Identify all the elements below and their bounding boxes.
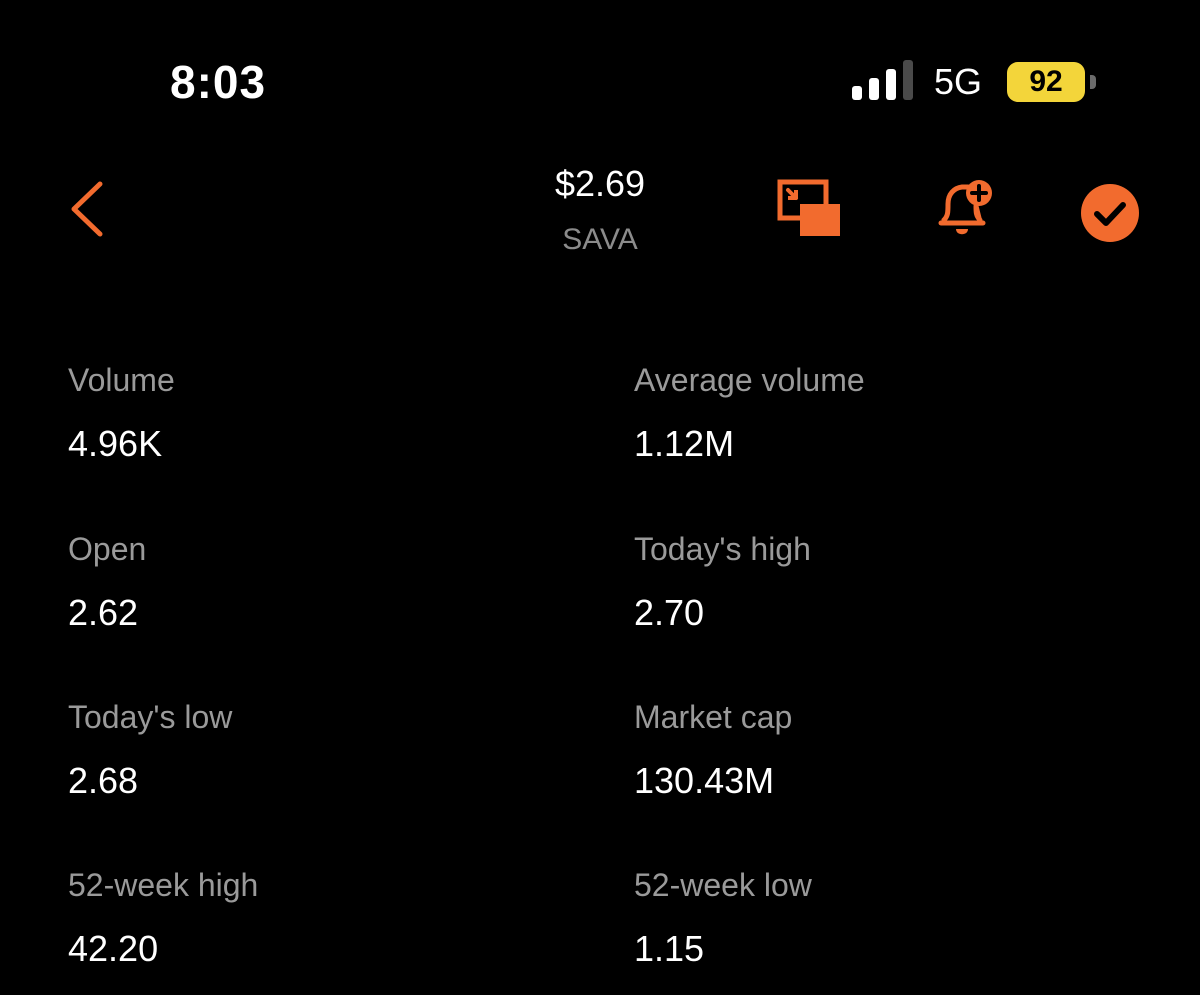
battery-tip <box>1090 75 1096 89</box>
stat-label: Today's high <box>634 531 811 567</box>
stat-value: 42.20 <box>68 928 159 969</box>
stat-value: 2.68 <box>68 760 139 801</box>
bell-plus-icon[interactable] <box>932 176 998 242</box>
stat-value: 1.12M <box>634 423 735 464</box>
status-time: 8:03 <box>170 56 267 108</box>
stat-volume: Volume 4.96K <box>68 360 548 466</box>
stat-average-volume: Average volume 1.12M <box>634 360 1114 466</box>
network-type: 5G <box>934 61 983 102</box>
stat-52-week-low: 52-week low 1.15 <box>634 865 1114 971</box>
stat-label: Market cap <box>634 699 793 735</box>
stat-52-week-high: 52-week high 42.20 <box>68 865 548 971</box>
stat-todays-high: Today's high 2.70 <box>634 529 1114 635</box>
battery-indicator: 92 <box>1007 62 1097 102</box>
stat-label: Today's low <box>68 699 233 735</box>
stat-market-cap: Market cap 130.43M <box>634 697 1114 803</box>
stat-label: Average volume <box>634 362 865 398</box>
stat-value: 130.43M <box>634 760 775 801</box>
stat-value: 4.96K <box>68 423 163 464</box>
stat-value: 1.15 <box>634 928 705 969</box>
cellular-signal-icon <box>852 60 913 100</box>
stat-label: Open <box>68 531 147 567</box>
stat-label: 52-week low <box>634 867 812 903</box>
stat-todays-low: Today's low 2.68 <box>68 697 548 803</box>
picture-in-picture-icon[interactable] <box>774 178 844 242</box>
stat-label: 52-week high <box>68 867 259 903</box>
checkmark-circle-icon[interactable] <box>1080 183 1140 243</box>
stock-price: $2.69 <box>554 163 646 204</box>
stock-ticker: SAVA <box>562 223 638 256</box>
battery-level: 92 <box>1007 62 1085 102</box>
stat-open: Open 2.62 <box>68 529 548 635</box>
stat-value: 2.62 <box>68 592 139 633</box>
header-title: $2.69 SAVA <box>480 160 720 260</box>
stat-value: 2.70 <box>634 592 705 633</box>
stat-label: Volume <box>68 362 175 398</box>
back-chevron-icon[interactable] <box>60 178 116 240</box>
